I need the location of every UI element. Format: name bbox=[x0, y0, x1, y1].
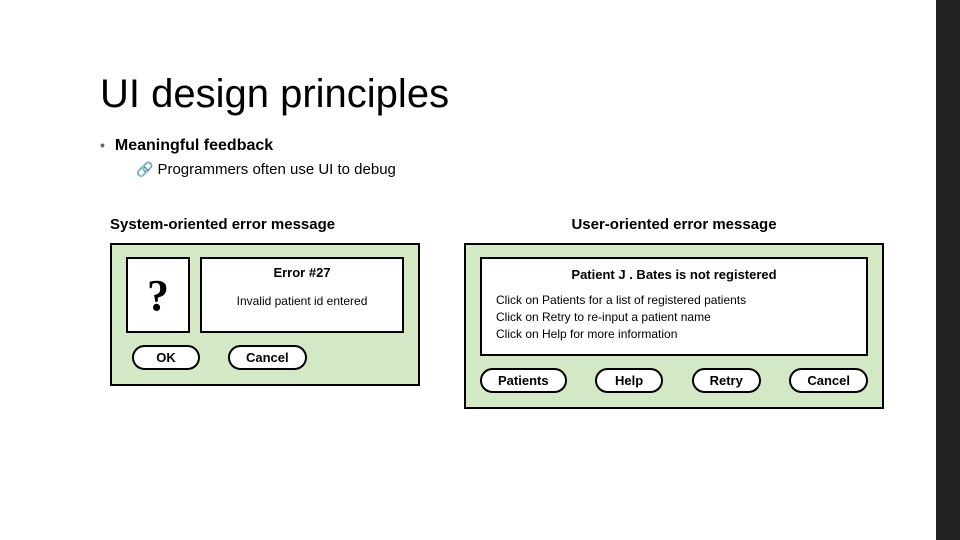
error-body: Invalid patient id entered bbox=[237, 294, 368, 308]
question-icon: ? bbox=[126, 257, 190, 333]
bullet-icon: • bbox=[100, 138, 105, 152]
dialog-system-error: ? Error #27 Invalid patient id entered O… bbox=[110, 243, 420, 386]
retry-button[interactable]: Retry bbox=[692, 368, 761, 393]
user-message-box: Patient J . Bates is not registered Clic… bbox=[480, 257, 868, 356]
user-error-title: Patient J . Bates is not registered bbox=[496, 267, 852, 282]
figure-a-heading: System-oriented error message bbox=[110, 216, 335, 233]
figure-user-oriented: User-oriented error message Patient J . … bbox=[464, 216, 884, 409]
instruction-line-3: Click on Help for more information bbox=[496, 326, 852, 343]
error-message-box: Error #27 Invalid patient id entered bbox=[200, 257, 404, 333]
error-title: Error #27 bbox=[273, 265, 330, 280]
patients-button[interactable]: Patients bbox=[480, 368, 567, 393]
slide-title: UI design principles bbox=[100, 72, 920, 117]
help-button[interactable]: Help bbox=[595, 368, 663, 393]
sub-bullet-text: Programmers often use UI to debug bbox=[157, 161, 395, 178]
link-icon: 🔗 bbox=[136, 162, 153, 176]
instruction-line-1: Click on Patients for a list of register… bbox=[496, 292, 852, 309]
ok-button[interactable]: OK bbox=[132, 345, 200, 370]
bullet-text: Meaningful feedback bbox=[115, 137, 273, 155]
cancel-button[interactable]: Cancel bbox=[789, 368, 868, 393]
figure-b-heading: User-oriented error message bbox=[571, 216, 776, 233]
figure-system-oriented: System-oriented error message ? Error #2… bbox=[110, 216, 420, 409]
accent-sidebar bbox=[936, 0, 960, 540]
sub-bullet-item: 🔗 Programmers often use UI to debug bbox=[136, 161, 920, 178]
bullet-item: • Meaningful feedback bbox=[100, 137, 920, 155]
instruction-line-2: Click on Retry to re-input a patient nam… bbox=[496, 309, 852, 326]
cancel-button[interactable]: Cancel bbox=[228, 345, 307, 370]
dialog-user-error: Patient J . Bates is not registered Clic… bbox=[464, 243, 884, 409]
